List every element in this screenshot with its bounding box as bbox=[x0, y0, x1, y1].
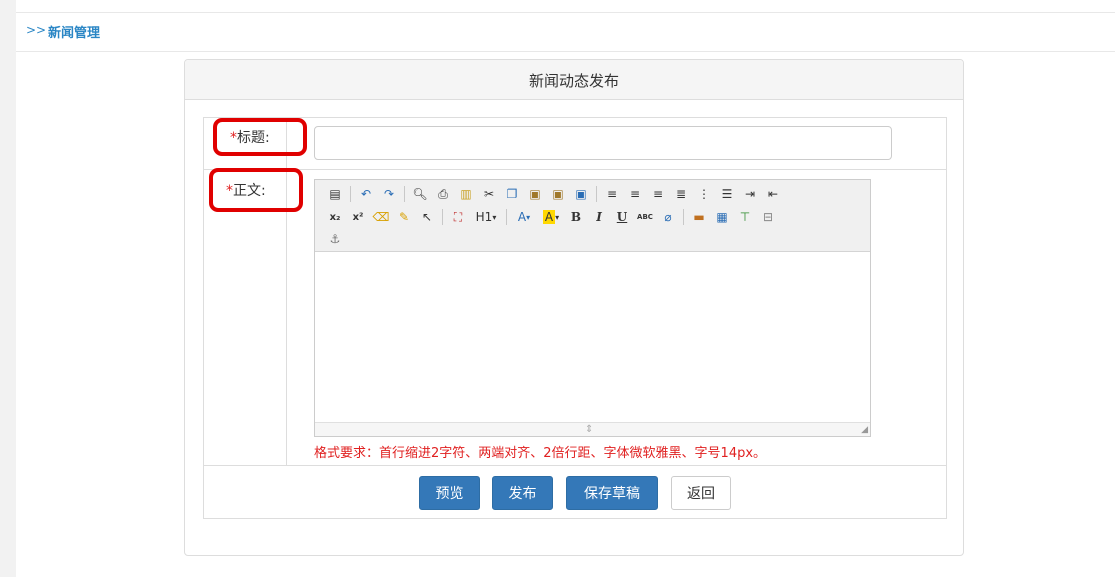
publish-button[interactable]: 发布 bbox=[492, 476, 553, 510]
breadcrumb-news-management[interactable]: 新闻管理 bbox=[48, 22, 100, 41]
subscript-icon[interactable]: x₂ bbox=[325, 207, 345, 227]
toolbar-separator bbox=[683, 209, 684, 225]
action-row: 预览 发布 保存草稿 返回 bbox=[204, 466, 946, 518]
corner-grip-icon[interactable]: ◢ bbox=[861, 425, 868, 435]
redo-icon[interactable]: ↷ bbox=[379, 184, 399, 204]
font-color-icon[interactable]: A ▾ bbox=[512, 207, 536, 227]
toolbar-separator bbox=[404, 186, 405, 202]
editor-footer: ⇕ ◢ bbox=[315, 422, 870, 436]
required-star: * bbox=[230, 130, 237, 146]
align-justify-icon[interactable]: ≣ bbox=[671, 184, 691, 204]
rich-text-editor: ▤ ↶ ↷ 🔍︎ ⎙ ▥ ✂ ❐ ▣ ▣ ▣ ≡ ≡ ≡ ≣ ⋮ ☰ ⇥ ⇤ x… bbox=[314, 179, 871, 437]
highlight-icon[interactable]: A ▾ bbox=[539, 207, 563, 227]
insert-hr-icon[interactable]: ⊤ bbox=[735, 207, 755, 227]
fullscreen-icon[interactable]: ⛶ bbox=[448, 207, 468, 227]
highlight-label: A bbox=[542, 210, 556, 224]
resize-handle-icon[interactable]: ⇕ bbox=[585, 424, 593, 435]
heading-dropdown-label: H1 bbox=[475, 210, 493, 224]
clear-format-icon[interactable]: ⌫ bbox=[371, 207, 391, 227]
print-icon[interactable]: ⎙ bbox=[433, 184, 453, 204]
table-icon[interactable]: ▦ bbox=[712, 207, 732, 227]
paste-text-icon[interactable]: ▣ bbox=[548, 184, 568, 204]
toolbar-separator bbox=[350, 186, 351, 202]
title-row: *标题: bbox=[204, 118, 946, 170]
left-strip bbox=[0, 0, 16, 577]
format-painter-icon[interactable]: ✎ bbox=[394, 207, 414, 227]
outdent-icon[interactable]: ⇤ bbox=[763, 184, 783, 204]
strikethrough-icon[interactable]: ABC bbox=[635, 207, 655, 227]
breadcrumb: >> 新闻管理 bbox=[16, 12, 1115, 52]
body-label: *正文: bbox=[226, 180, 266, 200]
title-input[interactable] bbox=[314, 126, 892, 160]
format-requirement-hint: 格式要求：首行缩进2字符、两端对齐、2倍行距、字体微软雅黑、字号14px。 bbox=[314, 446, 767, 461]
paste-icon[interactable]: ▣ bbox=[525, 184, 545, 204]
required-star: * bbox=[226, 183, 233, 199]
align-right-icon[interactable]: ≡ bbox=[648, 184, 668, 204]
title-label: *标题: bbox=[230, 127, 270, 147]
toolbar-row-3: ⚓ bbox=[325, 229, 348, 249]
paste-word-icon[interactable]: ▣ bbox=[571, 184, 591, 204]
back-button[interactable]: 返回 bbox=[671, 476, 731, 510]
align-left-icon[interactable]: ≡ bbox=[602, 184, 622, 204]
unordered-list-icon[interactable]: ☰ bbox=[717, 184, 737, 204]
ordered-list-icon[interactable]: ⋮ bbox=[694, 184, 714, 204]
news-publish-panel: 新闻动态发布 *标题: *正文: ▤ ↶ ↷ 🔍︎ ⎙ ▥ ✂ ❐ ▣ ▣ ▣ … bbox=[184, 59, 964, 556]
remove-format-icon[interactable]: ⌀ bbox=[658, 207, 678, 227]
body-row: *正文: ▤ ↶ ↷ 🔍︎ ⎙ ▥ ✂ ❐ ▣ ▣ ▣ ≡ ≡ ≡ ≣ ⋮ ☰ … bbox=[204, 168, 946, 466]
body-label-text: 正文: bbox=[233, 183, 266, 199]
select-all-icon[interactable]: ↖ bbox=[417, 207, 437, 227]
preview-icon[interactable]: 🔍︎ bbox=[410, 184, 430, 204]
save-draft-button[interactable]: 保存草稿 bbox=[566, 476, 658, 510]
source-icon[interactable]: ▤ bbox=[325, 184, 345, 204]
indent-icon[interactable]: ⇥ bbox=[740, 184, 760, 204]
toolbar-separator bbox=[596, 186, 597, 202]
editor-toolbar: ▤ ↶ ↷ 🔍︎ ⎙ ▥ ✂ ❐ ▣ ▣ ▣ ≡ ≡ ≡ ≣ ⋮ ☰ ⇥ ⇤ x… bbox=[315, 180, 870, 252]
breadcrumb-arrow: >> bbox=[26, 23, 47, 37]
font-color-label: A bbox=[517, 210, 527, 224]
undo-icon[interactable]: ↶ bbox=[356, 184, 376, 204]
panel-header: 新闻动态发布 bbox=[185, 60, 963, 100]
toolbar-row-1: ▤ ↶ ↷ 🔍︎ ⎙ ▥ ✂ ❐ ▣ ▣ ▣ ≡ ≡ ≡ ≣ ⋮ ☰ ⇥ ⇤ bbox=[325, 184, 786, 204]
page-break-icon[interactable]: ⊟ bbox=[758, 207, 778, 227]
toolbar-separator bbox=[442, 209, 443, 225]
template-icon[interactable]: ▥ bbox=[456, 184, 476, 204]
superscript-icon[interactable]: x² bbox=[348, 207, 368, 227]
image-icon[interactable]: ▬ bbox=[689, 207, 709, 227]
underline-icon[interactable]: U bbox=[612, 207, 632, 227]
preview-button[interactable]: 预览 bbox=[419, 476, 480, 510]
editor-content-area[interactable] bbox=[315, 252, 870, 422]
toolbar-separator bbox=[506, 209, 507, 225]
panel-title: 新闻动态发布 bbox=[528, 72, 619, 90]
italic-icon[interactable]: I bbox=[589, 207, 609, 227]
news-form: *标题: *正文: ▤ ↶ ↷ 🔍︎ ⎙ ▥ ✂ ❐ ▣ ▣ ▣ ≡ ≡ ≡ ≣… bbox=[203, 117, 947, 519]
cut-icon[interactable]: ✂ bbox=[479, 184, 499, 204]
title-label-text: 标题: bbox=[237, 130, 270, 146]
toolbar-row-2: x₂ x² ⌫ ✎ ↖ ⛶ H1 ▾ A ▾ A ▾ B I U ABC ⌀ ▬… bbox=[325, 207, 781, 227]
copy-icon[interactable]: ❐ bbox=[502, 184, 522, 204]
anchor-icon[interactable]: ⚓ bbox=[325, 229, 345, 249]
bold-icon[interactable]: B bbox=[566, 207, 586, 227]
align-center-icon[interactable]: ≡ bbox=[625, 184, 645, 204]
heading-dropdown[interactable]: H1 ▾ bbox=[471, 207, 501, 227]
